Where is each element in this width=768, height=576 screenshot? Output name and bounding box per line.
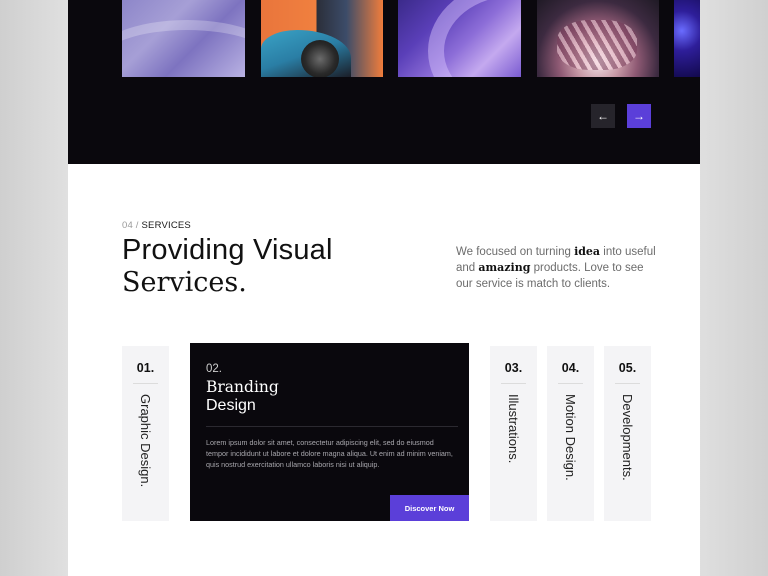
section-crumb: SERVICES bbox=[141, 220, 191, 231]
divider bbox=[206, 426, 458, 427]
service-number: 03. bbox=[504, 361, 523, 375]
divider bbox=[615, 383, 640, 384]
arrow-left-icon: ← bbox=[597, 109, 609, 123]
service-card-illustrations[interactable]: 03. Illustrations. bbox=[490, 346, 537, 521]
slider-image-3[interactable] bbox=[398, 0, 521, 77]
divider bbox=[133, 383, 158, 384]
service-title-light: Design bbox=[206, 397, 256, 414]
service-card-developments[interactable]: 05. Developments. bbox=[604, 346, 651, 521]
divider bbox=[501, 383, 526, 384]
section-eyebrow: 04 / SERVICES bbox=[122, 220, 191, 231]
slider-prev-button[interactable]: ← bbox=[591, 104, 615, 128]
service-number: 05. bbox=[618, 361, 637, 375]
service-label: Illustrations. bbox=[506, 394, 521, 464]
service-card-branding-design[interactable]: 02. Branding Design Lorem ipsum dolor si… bbox=[190, 343, 469, 521]
page: ← → 04 / SERVICES Providing Visual Servi… bbox=[68, 0, 700, 576]
section-intro: We focused on turning idea into useful a… bbox=[456, 244, 656, 292]
service-number: 02. bbox=[206, 363, 222, 375]
slider-image-4[interactable] bbox=[537, 0, 659, 77]
intro-highlight-amazing: amazing bbox=[478, 261, 531, 274]
service-number: 01. bbox=[136, 361, 155, 375]
service-title-serif: Branding bbox=[206, 378, 279, 396]
intro-text-1: We focused on turning bbox=[456, 246, 575, 258]
slider-next-button[interactable]: → bbox=[627, 104, 651, 128]
service-label: Developments. bbox=[620, 394, 635, 481]
section-headline-serif: Services. bbox=[122, 267, 247, 298]
slider-image-5[interactable] bbox=[674, 0, 700, 77]
portfolio-slider: ← → bbox=[68, 0, 700, 164]
service-label: Graphic Design. bbox=[138, 394, 153, 488]
discover-now-button[interactable]: Discover Now bbox=[390, 495, 469, 521]
intro-highlight-idea: idea bbox=[574, 245, 601, 258]
arrow-right-icon: → bbox=[633, 109, 645, 123]
service-card-motion-design[interactable]: 04. Motion Design. bbox=[547, 346, 594, 521]
service-number: 04. bbox=[561, 361, 580, 375]
section-index: 04 / bbox=[122, 220, 139, 231]
divider bbox=[558, 383, 583, 384]
slider-image-2[interactable] bbox=[261, 0, 383, 77]
section-headline-light: Providing Visual bbox=[122, 234, 333, 266]
service-label: Motion Design. bbox=[563, 394, 578, 481]
service-description: Lorem ipsum dolor sit amet, consectetur … bbox=[206, 438, 453, 469]
slider-image-1[interactable] bbox=[122, 0, 245, 77]
service-card-graphic-design[interactable]: 01. Graphic Design. bbox=[122, 346, 169, 521]
